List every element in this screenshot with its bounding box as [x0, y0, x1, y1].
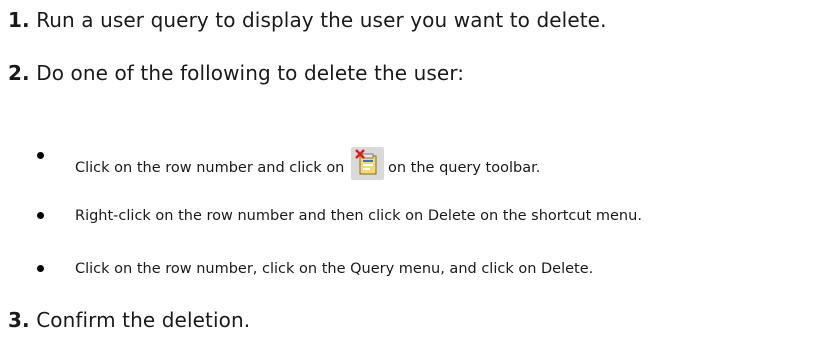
step-text: Do one of the following to delete the us… [36, 61, 465, 85]
step-number: 2. [8, 61, 30, 85]
delete-row-icon [351, 147, 384, 180]
step-1: 1. Run a user query to display the user … [8, 8, 607, 32]
list-item-text: Click on the row number and click on on … [75, 147, 540, 180]
bullet-dot [37, 212, 44, 219]
step-number: 3. [8, 308, 30, 332]
step-2: 2. Do one of the following to delete the… [8, 61, 464, 85]
list-item-text: Click on the row number, click on the Qu… [75, 261, 594, 277]
step-3: 3. Confirm the deletion. [8, 308, 250, 332]
bullet-dot [37, 265, 44, 272]
list-item-text: Right-click on the row number and then c… [75, 208, 642, 224]
step-number: 1. [8, 8, 30, 32]
text-after-icon: on the query toolbar. [388, 160, 541, 176]
step-text: Confirm the deletion. [36, 308, 251, 332]
instructions-document: 1. Run a user query to display the user … [0, 0, 840, 341]
step-text: Run a user query to display the user you… [36, 8, 607, 32]
text-before-icon: Click on the row number and click on [75, 160, 345, 176]
bullet-dot [37, 152, 44, 159]
